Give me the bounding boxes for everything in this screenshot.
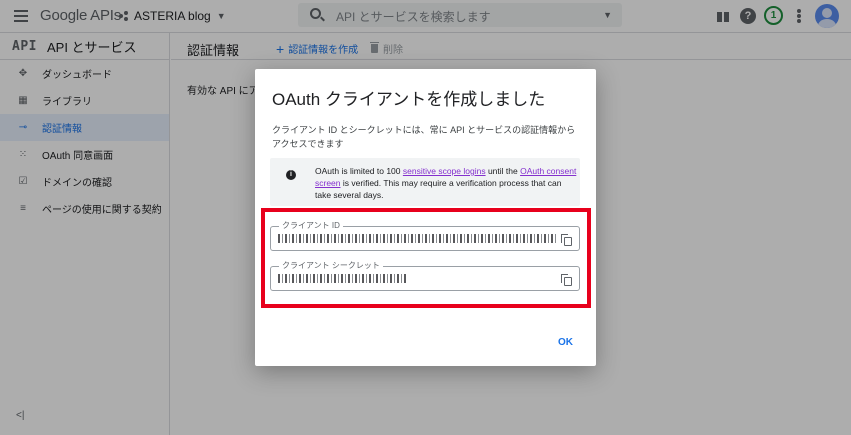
sensitive-scope-logins-link[interactable]: sensitive scope logins <box>403 166 486 176</box>
red-highlight-box <box>261 208 591 308</box>
info-text-part: OAuth is limited to 100 <box>315 166 403 176</box>
ok-button[interactable]: OK <box>558 337 573 348</box>
info-icon: i <box>286 170 296 180</box>
info-text: OAuth is limited to 100 sensitive scope … <box>315 165 577 201</box>
info-text-part: until the <box>485 166 521 176</box>
dialog-title: OAuth クライアントを作成しました <box>272 90 546 109</box>
dialog-description: クライアント ID とシークレットには、常に API とサービスの認証情報からア… <box>272 125 576 149</box>
info-banner: i OAuth is limited to 100 sensitive scop… <box>270 158 580 206</box>
info-text-part: is verified. This may require a verifica… <box>315 178 562 200</box>
